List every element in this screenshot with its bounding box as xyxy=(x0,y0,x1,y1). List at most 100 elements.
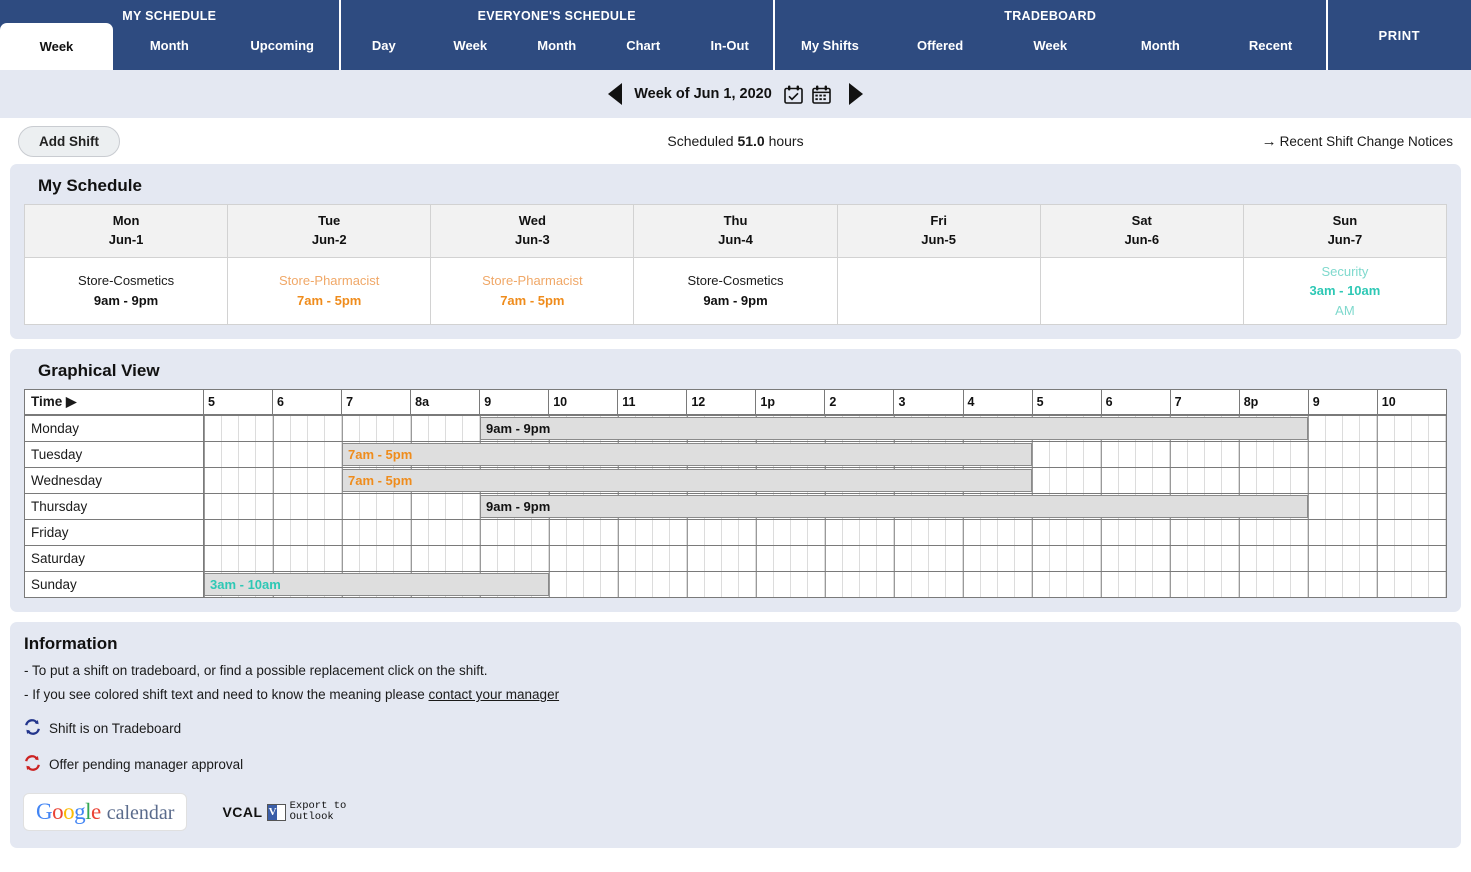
information-panel: Information - To put a shift on tradeboa… xyxy=(10,622,1461,848)
grid-tick xyxy=(325,520,342,545)
grid-tick xyxy=(929,520,946,545)
next-week-arrow-icon[interactable] xyxy=(849,83,863,105)
grid-tick xyxy=(429,494,446,519)
tab-my-schedule-month[interactable]: Month xyxy=(113,21,226,70)
grid-tick xyxy=(1222,442,1239,467)
grid-tick xyxy=(394,416,411,441)
tab-everyone-chart[interactable]: Chart xyxy=(600,21,686,70)
timeline-header-row: Time ▶ 5678a91011121p2345678p910 xyxy=(25,390,1447,416)
tab-tradeboard-recent[interactable]: Recent xyxy=(1215,21,1325,70)
grid-tick xyxy=(1153,468,1170,493)
day-date: Jun-4 xyxy=(718,232,753,247)
timeline-shift-label: 9am - 9pm xyxy=(486,421,550,436)
grid-tick xyxy=(774,520,791,545)
tab-everyone-in-out[interactable]: In-Out xyxy=(686,21,772,70)
grid-tick xyxy=(1119,442,1136,467)
logo-letter: o xyxy=(63,799,74,824)
grid-tick xyxy=(325,416,342,441)
tab-tradeboard-my-shifts[interactable]: My Shifts xyxy=(775,21,885,70)
grid-tick xyxy=(670,520,687,545)
timeline-shift-bar[interactable]: 9am - 9pm xyxy=(480,417,1308,440)
export-to-outlook-label: Export to Outlook xyxy=(290,801,347,823)
tab-tradeboard-week[interactable]: Week xyxy=(995,21,1105,70)
legend-tradeboard-label: Shift is on Tradeboard xyxy=(49,721,181,736)
grid-tick xyxy=(567,572,584,597)
grid-tick xyxy=(1429,494,1446,519)
grid-tick xyxy=(1222,520,1239,545)
grid-tick xyxy=(1136,468,1153,493)
tab-everyone-day[interactable]: Day xyxy=(341,21,427,70)
tab-my-schedule-week[interactable]: Week xyxy=(0,23,113,70)
grid-tick xyxy=(1188,546,1205,571)
grid-tick xyxy=(1291,468,1308,493)
shift-cell-sun[interactable]: Security 3am - 10am AM xyxy=(1243,257,1446,325)
grid-tick xyxy=(498,520,515,545)
grid-tick xyxy=(377,546,394,571)
shift-cell-fri[interactable] xyxy=(837,257,1040,325)
tab-tradeboard-offered[interactable]: Offered xyxy=(885,21,995,70)
print-button[interactable]: PRINT xyxy=(1328,0,1471,70)
tab-my-schedule-upcoming[interactable]: Upcoming xyxy=(226,21,339,70)
graphical-view-grid: Time ▶ 5678a91011121p2345678p910 Monday9… xyxy=(24,389,1447,598)
refresh-icon-blue xyxy=(24,719,41,738)
google-calendar-logo: Google xyxy=(36,799,101,825)
grid-tick xyxy=(653,546,670,571)
shift-time: 7am - 5pm xyxy=(435,291,629,311)
shift-cell-tue[interactable]: Store-Pharmacist 7am - 5pm xyxy=(228,257,431,325)
contact-your-manager-link[interactable]: contact your manager xyxy=(429,687,560,702)
grid-tick xyxy=(1067,546,1084,571)
grid-tick xyxy=(722,572,739,597)
grid-tick xyxy=(860,520,877,545)
grid-tick xyxy=(1308,416,1326,441)
logo-letter: g xyxy=(74,799,85,824)
tab-everyone-month[interactable]: Month xyxy=(514,21,600,70)
grid-tick xyxy=(1205,546,1222,571)
tab-tradeboard-month[interactable]: Month xyxy=(1105,21,1215,70)
timeline-lane-friday xyxy=(204,520,1447,546)
grid-tick xyxy=(1136,572,1153,597)
grid-tick xyxy=(1050,442,1067,467)
vcal-export-outlook-button[interactable]: VCAL V Export to Outlook xyxy=(222,801,346,823)
grid-tick xyxy=(256,442,273,467)
grid-tick xyxy=(204,494,222,519)
grid-tick xyxy=(1067,572,1084,597)
nav-group-everyones-schedule: EVERYONE'S SCHEDULE Day Week Month Chart… xyxy=(341,0,775,70)
grid-tick xyxy=(825,572,843,597)
refresh-icon-red xyxy=(24,755,41,774)
my-schedule-table: MonJun-1 TueJun-2 WedJun-3 ThuJun-4 FriJ… xyxy=(24,204,1447,325)
grid-tick xyxy=(239,546,256,571)
shift-cell-thu[interactable]: Store-Cosmetics 9am - 9pm xyxy=(634,257,837,325)
grid-tick xyxy=(1032,468,1050,493)
shift-cell-wed[interactable]: Store-Pharmacist 7am - 5pm xyxy=(431,257,634,325)
grid-tick xyxy=(394,520,411,545)
timeline-shift-bar[interactable]: 3am - 10am xyxy=(204,573,549,596)
grid-tick xyxy=(1412,442,1429,467)
recent-shift-change-notices-link[interactable]: →Recent Shift Change Notices xyxy=(1262,133,1453,150)
timeline-shift-bar[interactable]: 7am - 5pm xyxy=(342,469,1032,492)
google-calendar-button[interactable]: Google calendar xyxy=(24,794,186,830)
timeline-day-label-saturday: Saturday xyxy=(25,546,204,572)
grid-tick xyxy=(1084,572,1101,597)
grid-tick xyxy=(912,546,929,571)
timeline-shift-bar[interactable]: 9am - 9pm xyxy=(480,495,1308,518)
previous-week-arrow-icon[interactable] xyxy=(608,83,622,105)
shift-time: 3am - 10am xyxy=(1248,281,1442,301)
grid-tick xyxy=(618,520,636,545)
shift-cell-sat[interactable] xyxy=(1040,257,1243,325)
grid-tick xyxy=(411,546,429,571)
grid-tick xyxy=(222,546,239,571)
calendar-grid-icon[interactable] xyxy=(812,85,831,104)
quarter-hour-ticks xyxy=(204,520,1446,545)
grid-tick xyxy=(912,572,929,597)
grid-tick xyxy=(1377,572,1395,597)
grid-tick xyxy=(1274,572,1291,597)
add-shift-button[interactable]: Add Shift xyxy=(18,126,120,157)
grid-tick xyxy=(222,468,239,493)
day-name: Sat xyxy=(1132,213,1152,228)
calendar-check-icon[interactable] xyxy=(784,85,803,104)
timeline-shift-bar[interactable]: 7am - 5pm xyxy=(342,443,1032,466)
grid-tick xyxy=(1308,520,1326,545)
shift-cell-mon[interactable]: Store-Cosmetics 9am - 9pm xyxy=(25,257,228,325)
tab-everyone-week[interactable]: Week xyxy=(427,21,513,70)
grid-tick xyxy=(687,520,705,545)
